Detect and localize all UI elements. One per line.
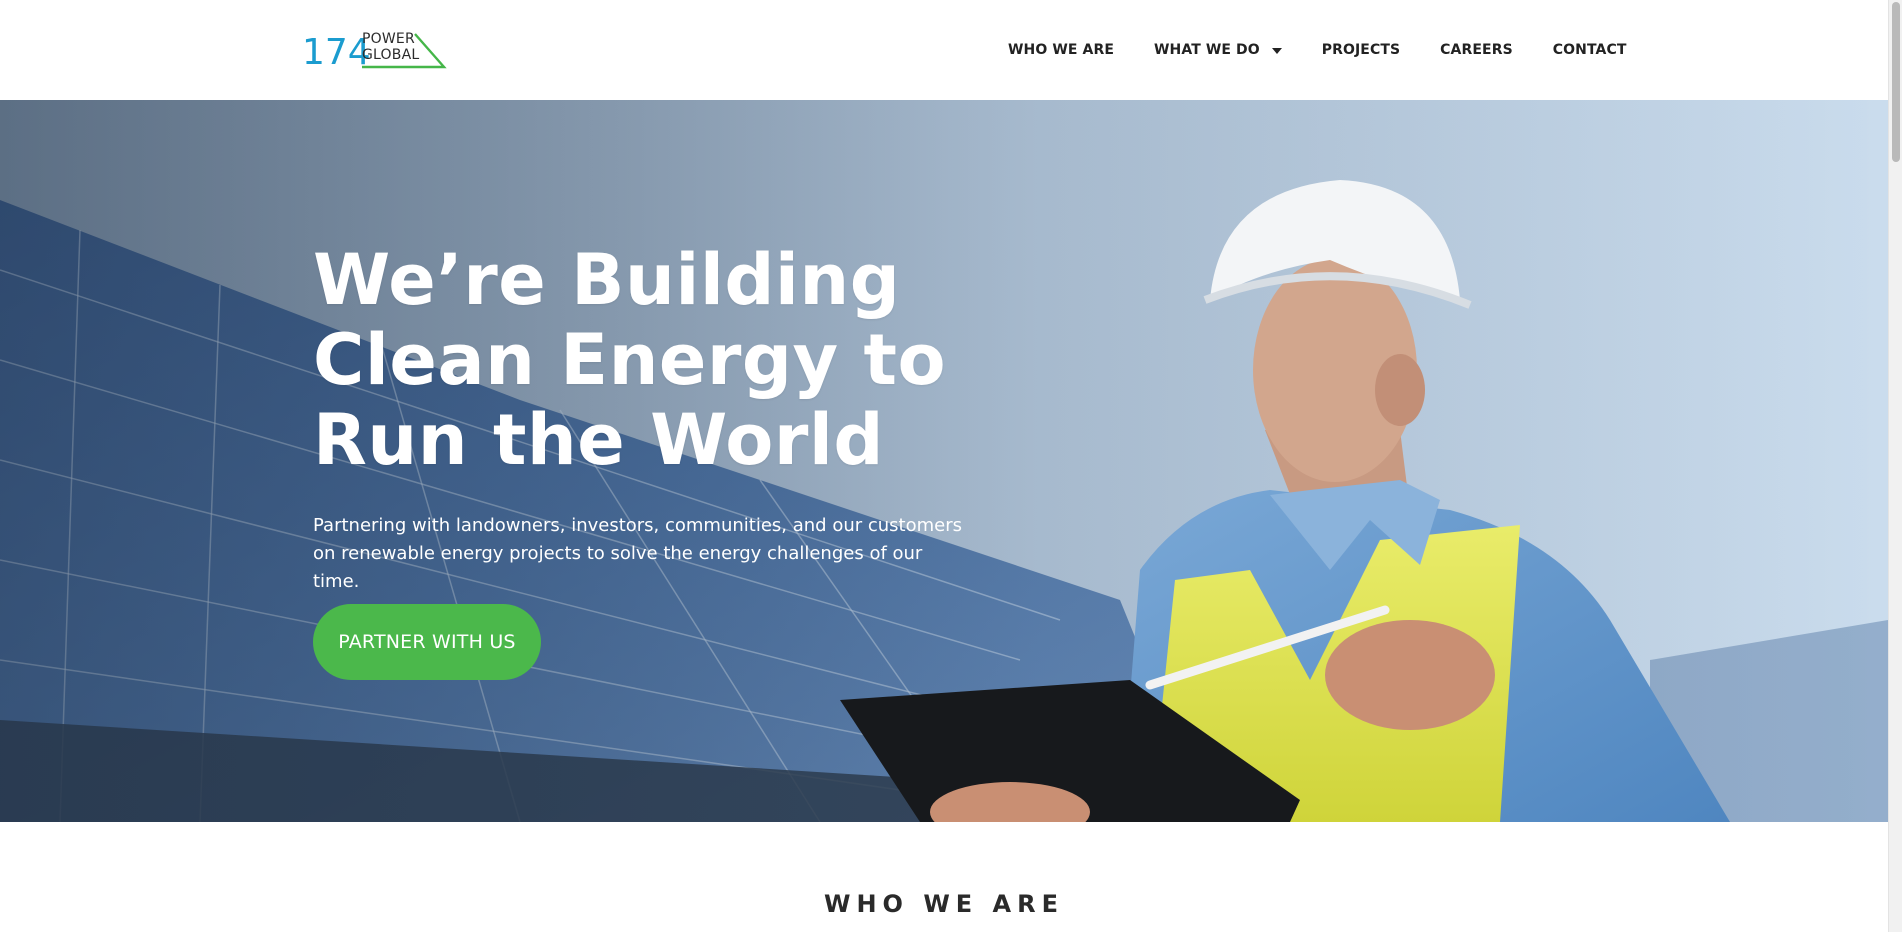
hero-section: We’re Building Clean Energy to Run the W… — [0, 100, 1888, 822]
worker-ear — [1375, 354, 1425, 426]
logo-number: 174 — [302, 32, 371, 70]
partner-with-us-label: PARTNER WITH US — [338, 631, 516, 653]
nav-careers[interactable]: CAREERS — [1440, 42, 1513, 58]
partner-with-us-button[interactable]: PARTNER WITH US — [313, 604, 541, 680]
nav-contact[interactable]: CONTACT — [1553, 42, 1627, 58]
page-scrollbar[interactable] — [1888, 0, 1902, 932]
nav-contact-label: CONTACT — [1552, 42, 1627, 58]
nav-what-we-do[interactable]: WHAT WE DO — [1154, 42, 1282, 58]
logo-wordmark-line2: GLOBAL — [362, 47, 420, 63]
logo-wordmark: POWER GLOBAL — [362, 31, 419, 63]
site-header: 174 POWER GLOBAL WHO WE ARE WHAT WE DO P… — [0, 0, 1888, 100]
page: 174 POWER GLOBAL WHO WE ARE WHAT WE DO P… — [0, 0, 1888, 932]
hero-subtitle: Partnering with landowners, investors, c… — [313, 515, 963, 592]
logo-wordmark-line1: POWER — [362, 31, 415, 47]
nav-who-we-are[interactable]: WHO WE ARE — [1008, 42, 1114, 58]
logo-link[interactable]: 174 POWER GLOBAL — [302, 28, 447, 70]
who-we-are-heading: WHO WE ARE — [824, 890, 1064, 918]
worker-hand-right — [1325, 620, 1495, 730]
caret-down-icon[interactable] — [1271, 47, 1282, 54]
scrollbar-thumb[interactable] — [1892, 2, 1900, 162]
nav-projects-label: PROJECTS — [1321, 42, 1401, 58]
nav-projects[interactable]: PROJECTS — [1322, 42, 1400, 58]
main-nav: WHO WE ARE WHAT WE DO PROJECTS CAREERS C… — [1008, 38, 1626, 62]
hero-title: We’re Building Clean Energy to Run the W… — [313, 239, 947, 481]
hero-copy: We’re Building Clean Energy to Run the W… — [313, 240, 1013, 596]
nav-careers-label: CAREERS — [1440, 42, 1513, 58]
nav-what-we-do-label: WHAT WE DO — [1154, 42, 1260, 58]
nav-who-we-are-label: WHO WE ARE — [1008, 42, 1114, 58]
